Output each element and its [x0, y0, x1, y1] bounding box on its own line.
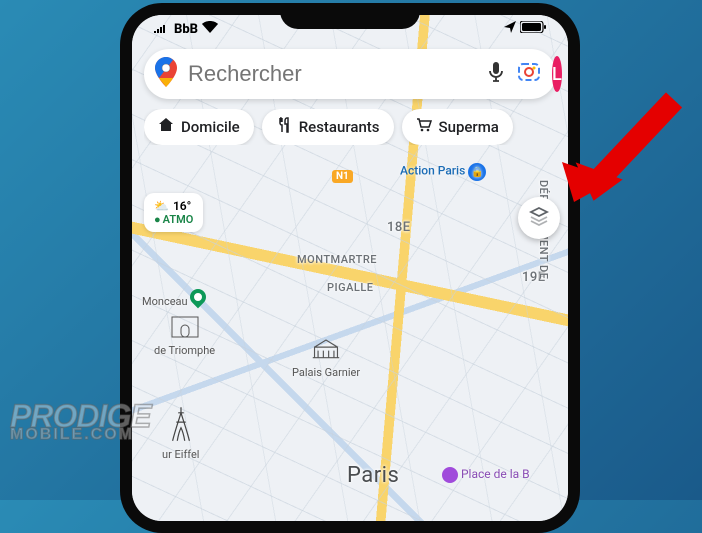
- phone-frame: BbB: [120, 3, 580, 533]
- air-quality: ATMO: [154, 213, 193, 226]
- chip-supermarches[interactable]: Superma: [402, 109, 513, 145]
- watermark-line2: MOBILE.COM: [10, 429, 151, 442]
- search-bar[interactable]: L: [144, 49, 556, 99]
- highway-shield: N1: [332, 170, 353, 183]
- palace-icon: [311, 335, 341, 361]
- search-input[interactable]: [188, 61, 476, 87]
- lens-icon[interactable]: [516, 59, 542, 89]
- restaurant-icon: [276, 117, 292, 137]
- chip-row: Domicile Restaurants Superma: [144, 109, 568, 145]
- annotation-arrow: [544, 90, 684, 210]
- poi-garnier[interactable]: Palais Garnier: [292, 335, 360, 379]
- chip-label: Restaurants: [299, 118, 380, 136]
- mic-icon[interactable]: [486, 60, 506, 88]
- chip-restaurants[interactable]: Restaurants: [262, 109, 394, 145]
- place-pin-icon: [442, 467, 458, 483]
- chip-domicile[interactable]: Domicile: [144, 109, 254, 145]
- battery-icon: [520, 21, 546, 37]
- carrier-label: BbB: [174, 22, 198, 37]
- avatar-initial: L: [552, 64, 562, 85]
- label-montmartre: MONTMARTRE: [297, 253, 377, 266]
- home-icon: [158, 117, 174, 137]
- screen: BbB: [132, 15, 568, 521]
- poi-eiffel[interactable]: ur Eiffel: [162, 405, 199, 461]
- poi-place[interactable]: Place de la B: [442, 467, 530, 483]
- arc-icon: [170, 313, 200, 339]
- label-pigalle: PIGALLE: [327, 281, 374, 294]
- label-paris: Paris: [347, 463, 399, 488]
- poi-action[interactable]: Action Paris 🔒: [400, 163, 486, 181]
- weather-temp: 16°: [173, 199, 191, 213]
- weather-widget[interactable]: ⛅ 16° ATMO: [144, 193, 203, 232]
- label-18e: 18E: [387, 220, 411, 235]
- location-icon: [504, 21, 516, 37]
- wifi-icon: [202, 21, 218, 37]
- poi-triomphe[interactable]: de Triomphe: [154, 313, 215, 357]
- cart-icon: [416, 117, 432, 137]
- saved-icon: 🔒: [468, 163, 486, 181]
- signal-icon: [154, 22, 170, 37]
- weather-icon: ⛅: [154, 199, 169, 213]
- watermark: PRODIGE MOBILE.COM: [10, 404, 151, 442]
- maps-logo-icon: [154, 57, 178, 91]
- park-pin-icon: [187, 286, 210, 309]
- chip-label: Superma: [439, 118, 499, 136]
- avatar[interactable]: L: [552, 56, 562, 92]
- poi-monceau[interactable]: Monceau: [142, 289, 206, 308]
- chip-label: Domicile: [181, 118, 240, 136]
- eiffel-icon: [167, 405, 195, 443]
- notch: [280, 3, 420, 29]
